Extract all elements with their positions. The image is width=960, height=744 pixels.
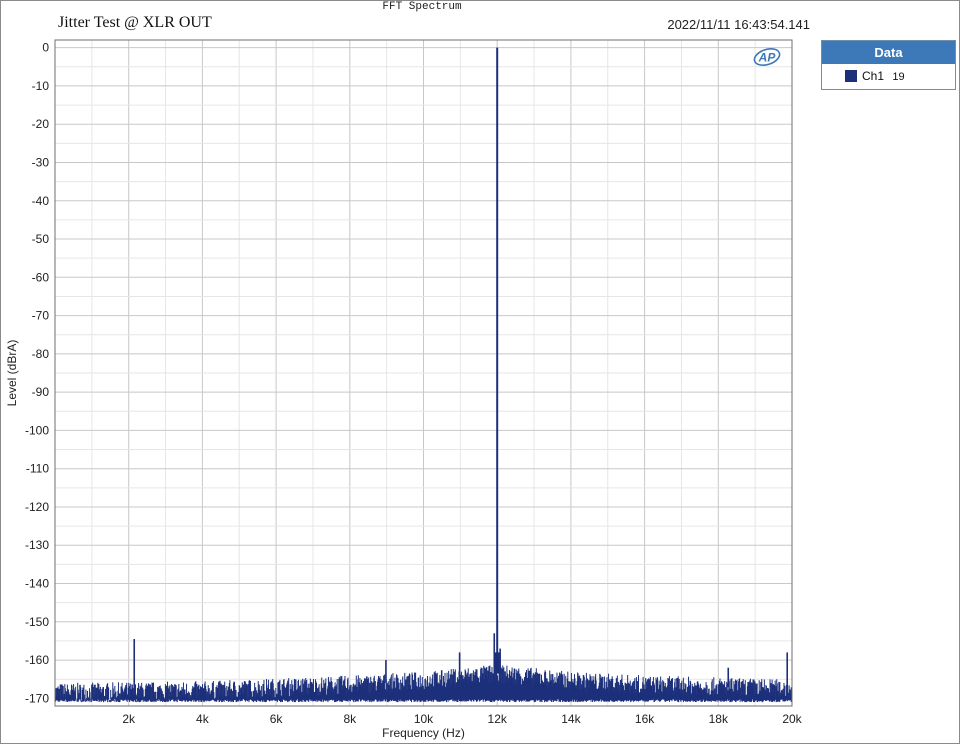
legend-panel: Data Ch1 19: [821, 40, 956, 90]
y-tick-label: -140: [25, 577, 49, 591]
x-axis-label: Frequency (Hz): [382, 726, 465, 740]
y-tick-label: -70: [32, 309, 50, 323]
y-tick-label: -150: [25, 615, 49, 629]
x-tick-label: 16k: [635, 712, 655, 726]
legend-series-value: 19: [892, 71, 905, 83]
y-axis-label: Level (dBrA): [5, 340, 19, 407]
x-tick-label: 10k: [414, 712, 434, 726]
x-tick-label: 18k: [709, 712, 729, 726]
legend-swatch: [845, 70, 857, 82]
x-tick-label: 8k: [343, 712, 357, 726]
x-tick-label: 2k: [122, 712, 136, 726]
y-tick-label: -40: [32, 194, 50, 208]
ap-logo: AP: [753, 48, 781, 66]
y-tick-label: -100: [25, 423, 49, 437]
x-tick-label: 12k: [488, 712, 508, 726]
legend-series-name: Ch1: [862, 69, 885, 83]
legend-item-ch1[interactable]: Ch1 19: [822, 64, 955, 88]
legend-header: Data: [822, 41, 955, 64]
y-tick-label: -80: [32, 347, 50, 361]
y-tick-label: -10: [32, 79, 50, 93]
y-tick-label: 0: [42, 41, 49, 55]
y-tick-label: -90: [32, 385, 50, 399]
y-tick-label: -160: [25, 653, 49, 667]
y-tick-label: -170: [25, 691, 49, 705]
y-tick-label: -30: [32, 155, 50, 169]
x-tick-label: 20k: [782, 712, 802, 726]
fft-chart: 0 -10 -20 -30 -40 -50 -60 -70 -80 -90 -100 -110 -120…: [5, 39, 803, 740]
x-tick-label: 6k: [270, 712, 284, 726]
y-tick-label: -20: [32, 117, 50, 131]
ap-logo-text: AP: [758, 51, 777, 65]
x-tick-label: 14k: [561, 712, 581, 726]
x-tick-label: 4k: [196, 712, 210, 726]
y-tick-label: -120: [25, 500, 49, 514]
y-tick-label: -60: [32, 270, 50, 284]
y-tick-label: -130: [25, 538, 49, 552]
y-tick-label: -110: [26, 462, 49, 476]
y-tick-label: -50: [32, 232, 50, 246]
